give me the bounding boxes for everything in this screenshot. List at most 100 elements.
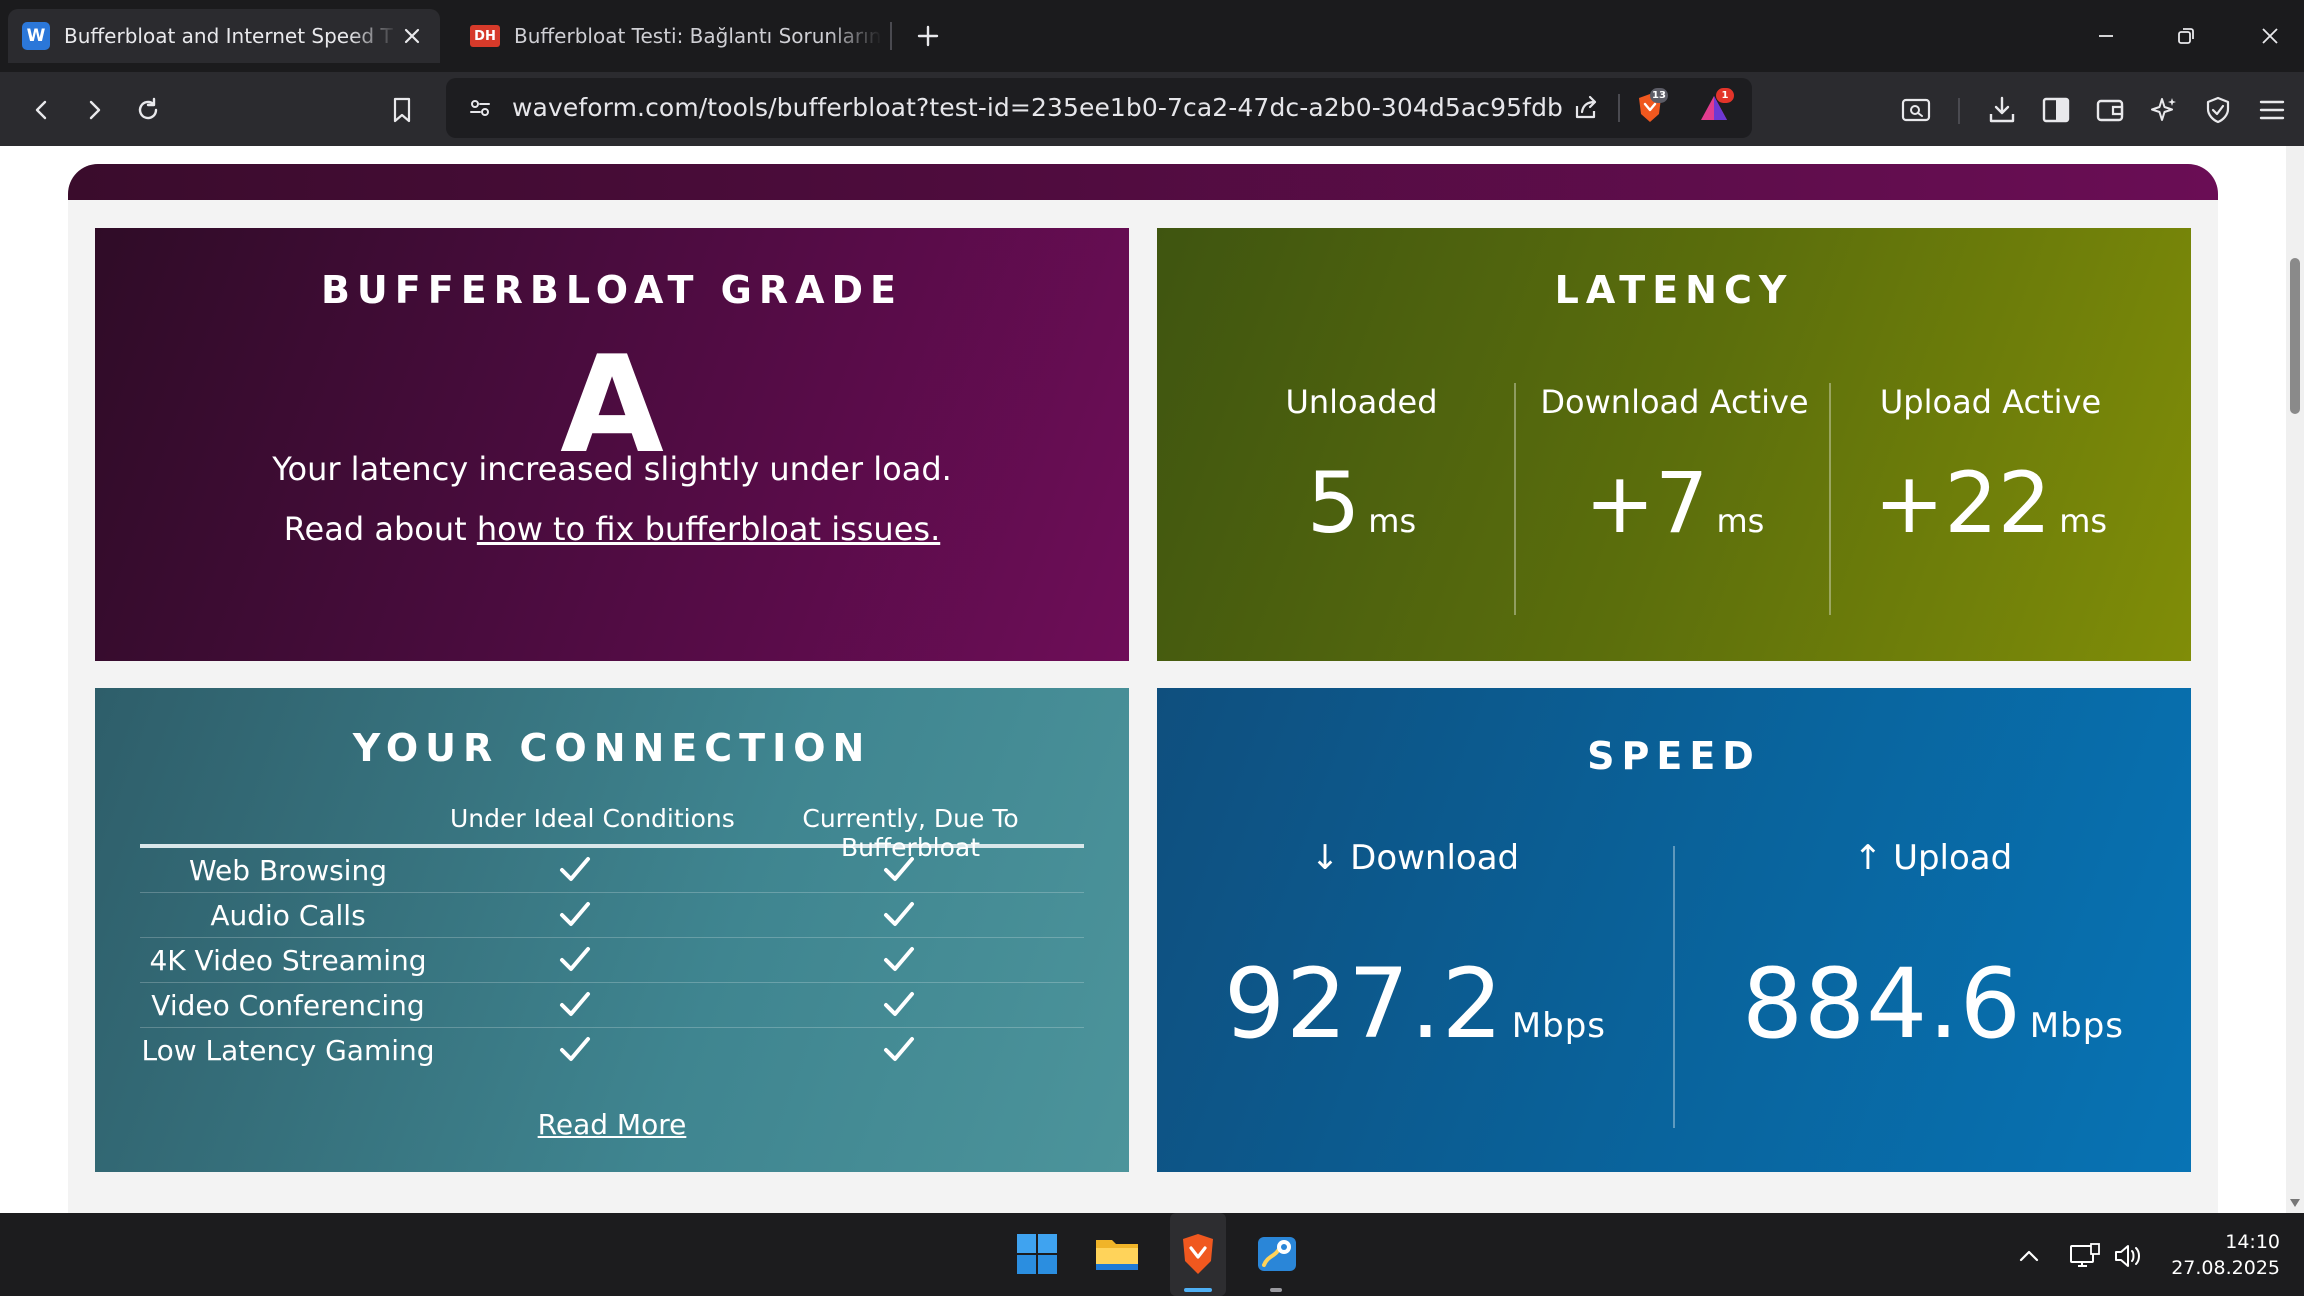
grade-heading: BUFFERBLOAT GRADE xyxy=(320,268,904,312)
checkmark-icon xyxy=(560,902,590,926)
volume-icon[interactable] xyxy=(2112,1239,2146,1273)
download-value-row: 927.2 Mbps xyxy=(1157,956,1673,1052)
back-arrow-icon[interactable] xyxy=(22,90,62,130)
table-row: Low Latency Gaming xyxy=(140,1028,1084,1072)
close-icon[interactable] xyxy=(398,22,426,50)
download-label: ↓ Download xyxy=(1310,838,1520,878)
network-icon[interactable] xyxy=(2068,1239,2102,1273)
dh-favicon-icon: DH xyxy=(470,25,500,47)
brave-rewards-icon[interactable]: 1 xyxy=(1696,88,1734,126)
upload-speed: ↑ Upload 884.6 Mbps xyxy=(1675,838,2191,1138)
read-more-link[interactable]: Read More xyxy=(538,1108,687,1141)
table-row: Video Conferencing xyxy=(140,983,1084,1028)
latency-panel: LATENCY Unloaded 5 ms Download Active +7 m… xyxy=(1157,228,2191,661)
latency-number: +22 xyxy=(1873,454,2052,552)
wallet-icon[interactable] xyxy=(2090,90,2130,130)
reload-icon[interactable] xyxy=(128,90,168,130)
activity-name: 4K Video Streaming xyxy=(149,944,427,977)
checkmark-icon xyxy=(884,902,914,926)
tab-title: Bufferbloat and Internet Speed T xyxy=(64,24,393,48)
activity-name: Audio Calls xyxy=(210,899,366,932)
latency-divider xyxy=(1514,383,1516,615)
clock-time: 14:10 xyxy=(2225,1231,2280,1253)
speed-panel: SPEED ↓ Download 927.2 Mbps ↑ Upload 884.… xyxy=(1157,688,2191,1172)
site-settings-icon[interactable] xyxy=(462,90,498,126)
checkmark-icon xyxy=(884,947,914,971)
forward-arrow-icon[interactable] xyxy=(74,90,114,130)
running-app-indicator xyxy=(1270,1288,1282,1292)
latency-label: Download Active xyxy=(1540,383,1809,421)
bookmark-icon[interactable] xyxy=(382,90,422,130)
latency-value: +7 ms xyxy=(1517,461,1832,545)
checkmark-icon xyxy=(560,857,590,881)
sidebar-toggle-icon[interactable] xyxy=(2036,90,2076,130)
your-connection-panel: YOUR CONNECTION Under Ideal Conditions C… xyxy=(95,688,1129,1172)
menu-hamburger-icon[interactable] xyxy=(2252,90,2292,130)
leo-ai-icon[interactable] xyxy=(2144,90,2184,130)
grade-read-about: Read about how to fix bufferbloat issues… xyxy=(95,510,1129,548)
upload-unit: Mbps xyxy=(2029,1006,2125,1046)
urlbar-divider xyxy=(1618,94,1620,122)
download-icon[interactable] xyxy=(1982,90,2022,130)
window-close-icon[interactable] xyxy=(2250,16,2290,56)
file-explorer-icon[interactable] xyxy=(1092,1229,1142,1279)
table-row: Web Browsing xyxy=(140,848,1084,893)
latency-label: Upload Active xyxy=(1879,383,2102,421)
tab-title: Bufferbloat Testi: Bağlantı Sorunların xyxy=(514,24,882,48)
brave-shields-icon[interactable]: 13 xyxy=(1632,88,1668,126)
latency-value: 5 ms xyxy=(1204,461,1519,545)
reader-mode-icon[interactable] xyxy=(1896,90,1936,130)
read-about-prefix: Read about xyxy=(283,510,477,548)
shields-count-badge: 13 xyxy=(1650,88,1668,103)
results-card-header xyxy=(68,164,2218,200)
brave-browser-icon[interactable] xyxy=(1173,1229,1223,1279)
minimize-icon[interactable] xyxy=(2086,16,2126,56)
active-app-indicator xyxy=(1184,1288,1212,1292)
speed-heading: SPEED xyxy=(1587,734,1761,778)
upload-value-row: 884.6 Mbps xyxy=(1675,956,2191,1052)
tab-bufferbloat-testi[interactable]: DH Bufferbloat Testi: Bağlantı Sorunları… xyxy=(456,9,896,63)
download-value: 927.2 xyxy=(1223,948,1504,1060)
scroll-down-arrow-icon[interactable] xyxy=(2290,1199,2300,1207)
new-tab-plus-icon[interactable] xyxy=(910,18,946,54)
activity-name: Video Conferencing xyxy=(151,989,425,1022)
upload-value: 884.6 xyxy=(1741,948,2022,1060)
checkmark-icon xyxy=(560,1037,590,1061)
share-icon[interactable] xyxy=(1568,90,1604,126)
restore-icon[interactable] xyxy=(2166,16,2206,56)
latency-number: 5 xyxy=(1306,454,1361,552)
latency-number: +7 xyxy=(1584,454,1709,552)
table-row: Audio Calls xyxy=(140,893,1084,938)
url-text[interactable]: waveform.com/tools/bufferbloat?test-id=2… xyxy=(512,93,1563,122)
tray-chevron-up-icon[interactable] xyxy=(2012,1239,2046,1273)
windows-start-icon[interactable] xyxy=(1012,1229,1062,1279)
toolbar-divider xyxy=(1958,98,1960,124)
activity-name: Web Browsing xyxy=(189,854,387,887)
windows-taskbar: 14:10 27.08.2025 xyxy=(0,1213,2304,1296)
vpn-shield-icon[interactable] xyxy=(2198,90,2238,130)
download-unit: Mbps xyxy=(1511,1006,1607,1046)
grade-message: Your latency increased slightly under lo… xyxy=(272,450,952,488)
connection-table-header: Under Ideal Conditions Currently, Due To… xyxy=(140,798,1084,862)
page-viewport: BUFFERBLOAT GRADE A Your latency increas… xyxy=(0,146,2286,1213)
activity-name: Low Latency Gaming xyxy=(141,1034,435,1067)
latency-upload-active: Upload Active +22 ms xyxy=(1833,383,2148,623)
address-bar[interactable]: waveform.com/tools/bufferbloat?test-id=2… xyxy=(446,78,1752,138)
waveform-favicon-icon: W xyxy=(22,22,50,50)
page-scrollbar[interactable] xyxy=(2286,146,2304,1213)
connection-heading: YOUR CONNECTION xyxy=(352,726,872,770)
clock-date: 27.08.2025 xyxy=(2171,1257,2280,1279)
paint-app-icon[interactable] xyxy=(1252,1229,1302,1279)
fix-bufferbloat-link[interactable]: how to fix bufferbloat issues. xyxy=(477,510,940,548)
scrollbar-thumb[interactable] xyxy=(2290,258,2300,414)
checkmark-icon xyxy=(884,1037,914,1061)
bufferbloat-grade-panel: BUFFERBLOAT GRADE A Your latency increas… xyxy=(95,228,1129,661)
latency-unloaded: Unloaded 5 ms xyxy=(1204,383,1519,623)
latency-heading: LATENCY xyxy=(1554,268,1794,312)
latency-value: +22 ms xyxy=(1833,461,2148,545)
latency-download-active: Download Active +7 ms xyxy=(1517,383,1832,623)
taskbar-clock[interactable]: 14:10 27.08.2025 xyxy=(2171,1229,2280,1281)
latency-unit: ms xyxy=(2059,502,2108,540)
read-more-container: Read More xyxy=(95,1108,1129,1141)
tab-bufferbloat-waveform[interactable]: W Bufferbloat and Internet Speed T xyxy=(8,9,440,63)
